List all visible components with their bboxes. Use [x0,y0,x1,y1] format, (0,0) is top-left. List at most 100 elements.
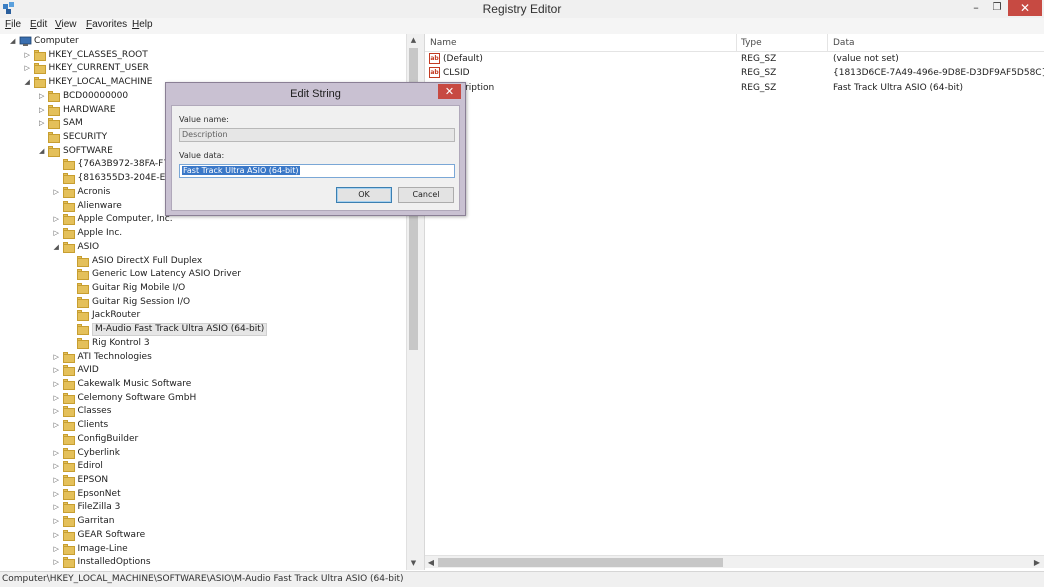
tree-item[interactable]: ▷ Cyberlink [0,447,405,460]
menu-edit[interactable]: Edit [30,19,47,30]
collapsed-arrow-icon[interactable]: ▷ [54,188,61,197]
tree-item[interactable]: ConfigBuilder [0,433,405,446]
tree-item-label: InstalledOptions [77,557,151,568]
tree-item[interactable]: Rig Kontrol 3 [0,337,405,350]
menu-favorites[interactable]: Favorites [86,19,127,30]
tree-item-label: Acronis [77,186,111,197]
tree-item-label: HARDWARE [63,104,116,115]
tree-item[interactable]: M-Audio Fast Track Ultra ASIO (64-bit) [0,323,405,337]
column-header-name[interactable]: Name [430,38,457,48]
folder-icon [62,241,75,253]
tree-item-label: ASIO DirectX Full Duplex [92,255,203,266]
tree-item[interactable]: ▷ Image-Line [0,543,405,556]
collapsed-arrow-icon[interactable]: ▷ [54,380,61,389]
scroll-left-icon[interactable]: ◀ [425,556,437,569]
folder-icon [62,433,75,445]
tree-item-label: Celemony Software GmbH [77,392,197,403]
tree-item[interactable]: ▷ Edirol [0,460,405,473]
cancel-button[interactable]: Cancel [398,187,454,203]
tree-item[interactable]: ▷ InstalledOptions [0,556,405,569]
tree-item[interactable]: ▷ Cakewalk Music Software [0,378,405,391]
collapsed-arrow-icon[interactable]: ▷ [54,462,61,471]
list-item[interactable]: ab Description REG_SZ Fast Track Ultra A… [425,82,1044,96]
collapsed-arrow-icon[interactable]: ▷ [54,476,61,485]
folder-icon [62,392,75,404]
tree-item[interactable]: Generic Low Latency ASIO Driver [0,268,405,281]
collapsed-arrow-icon[interactable]: ▷ [54,229,61,238]
column-header-type[interactable]: Type [741,38,762,48]
list-scroll-thumb[interactable] [438,558,723,567]
collapsed-arrow-icon[interactable]: ▷ [54,503,61,512]
tree-item[interactable]: Guitar Rig Mobile I/O [0,282,405,295]
folder-icon [77,337,89,349]
tree-item[interactable]: ▷ EpsonNet [0,488,405,501]
tree-item[interactable]: ▷ HKEY_CURRENT_USER [0,62,405,75]
restore-button[interactable]: ❐ [985,0,1009,16]
status-path: Computer\HKEY_LOCAL_MACHINE\SOFTWARE\ASI… [2,574,404,584]
tree-item[interactable]: ▷ GEAR Software [0,529,405,542]
value-data-input[interactable]: Fast Track Ultra ASIO (64-bit) [179,164,455,178]
status-bar: Computer\HKEY_LOCAL_MACHINE\SOFTWARE\ASI… [0,571,1044,587]
menu-help[interactable]: Help [132,19,153,30]
collapsed-arrow-icon[interactable]: ▷ [39,119,46,128]
folder-icon [62,228,75,240]
expanded-arrow-icon[interactable]: ◢ [25,78,32,87]
collapsed-arrow-icon[interactable]: ▷ [54,353,61,362]
value-name: CLSID [443,68,470,78]
folder-icon [77,282,89,294]
collapsed-arrow-icon[interactable]: ▷ [39,92,46,101]
tree-item[interactable]: ▷ Garritan [0,515,405,528]
list-item[interactable]: ab (Default) REG_SZ (value not set) [425,53,1044,67]
tree-item[interactable]: ▷ Classes [0,405,405,418]
column-divider[interactable] [736,34,737,52]
column-divider[interactable] [827,34,828,52]
collapsed-arrow-icon[interactable]: ▷ [54,394,61,403]
tree-item[interactable]: ◢ ASIO [0,241,405,254]
collapsed-arrow-icon[interactable]: ▷ [54,531,61,540]
tree-item[interactable]: ▷ Celemony Software GmbH [0,392,405,405]
list-item[interactable]: ab CLSID REG_SZ {1813D6CE-7A49-496e-9D8E… [425,67,1044,81]
folder-icon [48,132,60,144]
dialog-close-button[interactable]: ✕ [438,84,461,99]
collapsed-arrow-icon[interactable]: ▷ [54,215,61,224]
tree-item[interactable]: ▷ FileZilla 3 [0,501,405,514]
collapsed-arrow-icon[interactable]: ▷ [54,449,61,458]
tree-item[interactable]: ▷ Apple Inc. [0,227,405,240]
tree-item[interactable]: ◢ Computer [0,35,405,48]
collapsed-arrow-icon[interactable]: ▷ [54,558,61,567]
collapsed-arrow-icon[interactable]: ▷ [54,545,61,554]
ok-button[interactable]: OK [336,187,392,203]
tree-item[interactable]: Guitar Rig Session I/O [0,296,405,309]
tree-item[interactable]: ASIO DirectX Full Duplex [0,255,405,268]
collapsed-arrow-icon[interactable]: ▷ [54,407,61,416]
tree-item[interactable]: ▷ Clients [0,419,405,432]
collapsed-arrow-icon[interactable]: ▷ [54,366,61,375]
value-data-label: Value data: [179,151,225,160]
tree-item[interactable]: ▷ ATI Technologies [0,351,405,364]
expanded-arrow-icon[interactable]: ◢ [54,243,61,252]
menu-file[interactable]: File [5,19,21,30]
value-data: {1813D6CE-7A49-496e-9D8E-D3DF9AF5D58C} [833,68,1044,78]
expanded-arrow-icon[interactable]: ◢ [10,37,17,46]
collapsed-arrow-icon[interactable]: ▷ [54,421,61,430]
scroll-right-icon[interactable]: ▶ [1031,556,1043,569]
collapsed-arrow-icon[interactable]: ▷ [25,51,32,60]
expanded-arrow-icon[interactable]: ◢ [39,147,46,156]
column-header-data[interactable]: Data [833,38,855,48]
list-horizontal-scrollbar[interactable]: ◀ ▶ [425,555,1044,568]
tree-item[interactable]: ▷ HKEY_CLASSES_ROOT [0,49,405,62]
string-value-icon: ab [429,67,440,78]
menu-view[interactable]: View [55,19,77,30]
tree-item[interactable]: ▷ EPSON [0,474,405,487]
close-button[interactable]: ✕ [1008,0,1042,16]
registry-values-list[interactable]: Name Type Data ab (Default) REG_SZ (valu… [425,34,1044,570]
collapsed-arrow-icon[interactable]: ▷ [39,106,46,115]
tree-item[interactable]: ▷ AVID [0,364,405,377]
window-title: Registry Editor [482,2,562,16]
collapsed-arrow-icon[interactable]: ▷ [25,64,32,73]
collapsed-arrow-icon[interactable]: ▷ [54,517,61,526]
collapsed-arrow-icon[interactable]: ▷ [54,490,61,499]
tree-item[interactable]: JackRouter [0,309,405,322]
tree-item-label: HKEY_CLASSES_ROOT [48,49,148,60]
folder-icon [33,77,46,89]
